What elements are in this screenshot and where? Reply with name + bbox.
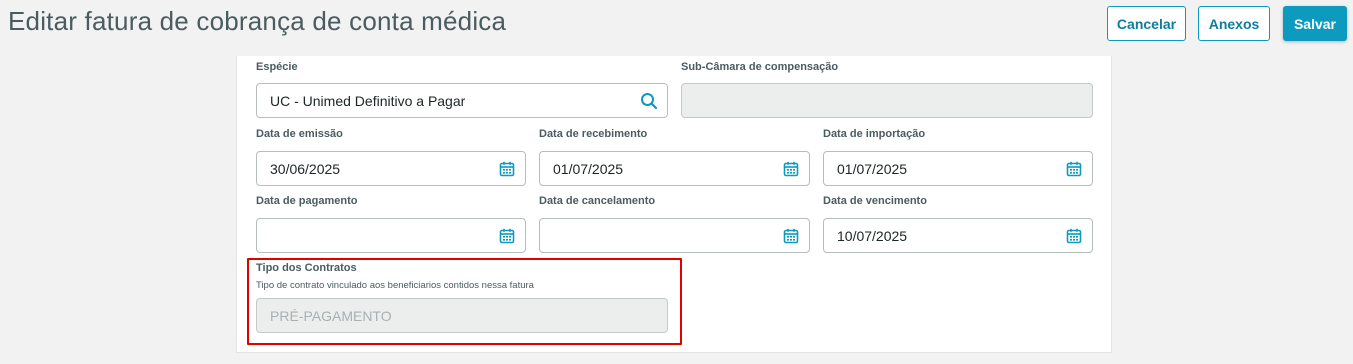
data-pagamento-field[interactable] (256, 218, 526, 253)
data-cancelamento-field[interactable] (539, 218, 810, 253)
subcamara-label: Sub-Câmara de compensação (681, 61, 839, 73)
data-emissao-label: Data de emissão (256, 128, 343, 140)
data-cancelamento-label: Data de cancelamento (539, 195, 656, 207)
calendar-icon[interactable] (782, 227, 800, 245)
data-recebimento-field[interactable]: 01/07/2025 (539, 151, 810, 186)
calendar-icon[interactable] (498, 227, 516, 245)
search-icon[interactable] (640, 92, 658, 110)
save-button[interactable]: Salvar (1283, 6, 1347, 41)
calendar-icon[interactable] (1065, 160, 1083, 178)
data-emissao-field[interactable]: 30/06/2025 (256, 151, 526, 186)
data-recebimento-label: Data de recebimento (539, 128, 648, 140)
especie-value: UC - Unimed Definitivo a Pagar (270, 92, 466, 109)
data-pagamento-label: Data de pagamento (256, 195, 358, 207)
data-importacao-field[interactable]: 01/07/2025 (823, 151, 1093, 186)
cancel-button[interactable]: Cancelar (1107, 6, 1186, 41)
anexos-button[interactable]: Anexos (1198, 6, 1270, 41)
data-importacao-label: Data de importação (823, 128, 926, 140)
data-importacao-value: 01/07/2025 (837, 160, 908, 177)
data-vencimento-value: 10/07/2025 (837, 227, 908, 244)
subcamara-field (681, 83, 1093, 118)
data-recebimento-value: 01/07/2025 (553, 160, 624, 177)
calendar-icon[interactable] (1065, 227, 1083, 245)
calendar-icon[interactable] (782, 160, 800, 178)
page-title: Editar fatura de cobrança de conta médic… (8, 6, 507, 36)
especie-label: Espécie (256, 61, 298, 73)
data-vencimento-field[interactable]: 10/07/2025 (823, 218, 1093, 253)
calendar-icon[interactable] (498, 160, 516, 178)
especie-field[interactable]: UC - Unimed Definitivo a Pagar (256, 83, 668, 118)
highlight-box (247, 258, 682, 345)
data-emissao-value: 30/06/2025 (270, 160, 341, 177)
data-vencimento-label: Data de vencimento (823, 195, 927, 207)
